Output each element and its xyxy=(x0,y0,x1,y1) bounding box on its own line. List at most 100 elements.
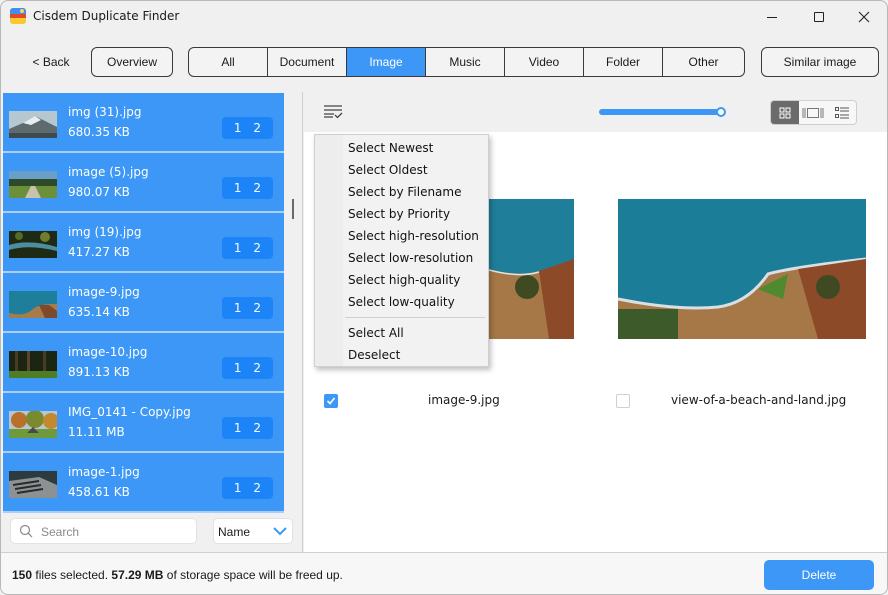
menu-item-select-high-resolution[interactable]: Select high-resolution xyxy=(348,226,486,246)
carousel-view-button[interactable] xyxy=(799,101,827,124)
file-name: image (5).jpg xyxy=(68,165,149,179)
title-bar: Cisdem Duplicate Finder xyxy=(1,1,887,33)
duplicate-count-badge: 12 xyxy=(222,417,273,439)
badge-value-b: 2 xyxy=(253,361,262,375)
badge-value-a: 1 xyxy=(233,361,242,375)
close-button[interactable] xyxy=(841,1,887,33)
thumbnail-coast xyxy=(9,291,57,318)
file-name: image-10.jpg xyxy=(68,345,148,359)
overview-button[interactable]: Overview xyxy=(91,47,173,77)
minimize-button[interactable] xyxy=(749,1,795,33)
close-icon xyxy=(858,11,870,23)
freed-size: 57.29 MB xyxy=(111,568,164,582)
badge-value-a: 1 xyxy=(233,121,242,135)
badge-value-b: 2 xyxy=(253,481,262,495)
duplicate-count-badge: 12 xyxy=(222,297,273,319)
grid-view-icon xyxy=(779,107,791,118)
thumbnail-size-slider[interactable] xyxy=(599,107,727,117)
preview-file-name: view-of-a-beach-and-land.jpg xyxy=(671,393,847,407)
tab-video[interactable]: Video xyxy=(505,48,584,76)
grid-view-button[interactable] xyxy=(771,101,800,124)
tab-folder[interactable]: Folder xyxy=(584,48,663,76)
select-checkbox-image-9[interactable] xyxy=(324,394,338,408)
menu-item-select-low-quality[interactable]: Select low-quality xyxy=(348,292,486,312)
minimize-icon xyxy=(767,16,777,18)
thumbnail-typewriter xyxy=(9,471,57,498)
similar-image-button[interactable]: Similar image xyxy=(761,47,879,77)
list-item[interactable]: image (5).jpg 980.07 KB 12 xyxy=(3,153,284,213)
badge-value-a: 1 xyxy=(233,421,242,435)
carousel-view-icon xyxy=(802,107,824,118)
thumbnail-park xyxy=(9,411,57,438)
duplicate-count-badge: 12 xyxy=(222,117,273,139)
file-size: 891.13 KB xyxy=(68,365,130,379)
search-icon xyxy=(19,524,33,538)
list-item[interactable]: image-1.jpg 458.61 KB 12 xyxy=(3,453,284,513)
select-checkbox-view-of-a-beach[interactable] xyxy=(616,394,630,408)
menu-item-select-by-filename[interactable]: Select by Filename xyxy=(348,182,486,202)
menu-item-select-newest[interactable]: Select Newest xyxy=(348,138,486,158)
tab-all[interactable]: All xyxy=(189,48,268,76)
search-input[interactable] xyxy=(41,523,191,541)
file-size: 11.11 MB xyxy=(68,425,125,439)
tab-image[interactable]: Image xyxy=(347,48,426,76)
select-options-menu: Select Newest Select Oldest Select by Fi… xyxy=(314,134,489,367)
delete-button[interactable]: Delete xyxy=(764,560,874,590)
duplicate-count-badge: 12 xyxy=(222,177,273,199)
list-item[interactable]: img (19).jpg 417.27 KB 12 xyxy=(3,213,284,273)
select-options-icon[interactable] xyxy=(323,103,345,119)
status-bar: 150 files selected. 57.29 MB of storage … xyxy=(1,552,887,594)
checkmark-icon xyxy=(326,397,336,405)
tab-music[interactable]: Music xyxy=(426,48,505,76)
selection-summary: 150 files selected. 57.29 MB of storage … xyxy=(12,568,343,582)
menu-item-select-high-quality[interactable]: Select high-quality xyxy=(348,270,486,290)
slider-handle[interactable] xyxy=(716,107,726,117)
menu-item-select-low-resolution[interactable]: Select low-resolution xyxy=(348,248,486,268)
list-item[interactable]: image-9.jpg 635.14 KB 12 xyxy=(3,273,284,333)
list-scrollbar[interactable] xyxy=(292,199,294,219)
list-item[interactable]: IMG_0141 - Copy.jpg 11.11 MB 12 xyxy=(3,393,284,453)
thumbnail-forest xyxy=(9,351,57,378)
badge-value-a: 1 xyxy=(233,241,242,255)
duplicate-count-badge: 12 xyxy=(222,357,273,379)
duplicate-count-badge: 12 xyxy=(222,237,273,259)
tab-document[interactable]: Document xyxy=(268,48,347,76)
file-type-tabs: All Document Image Music Video Folder Ot… xyxy=(188,47,745,77)
list-item[interactable]: image-10.jpg 891.13 KB 12 xyxy=(3,333,284,393)
menu-gutter xyxy=(315,135,343,366)
menu-item-select-by-priority[interactable]: Select by Priority xyxy=(348,204,486,224)
badge-value-a: 1 xyxy=(233,481,242,495)
tab-other[interactable]: Other xyxy=(663,48,744,76)
maximize-icon xyxy=(814,12,824,22)
badge-value-b: 2 xyxy=(253,241,262,255)
file-size: 458.61 KB xyxy=(68,485,130,499)
slider-track xyxy=(599,109,722,115)
badge-value-b: 2 xyxy=(253,301,262,315)
image-preview-2[interactable] xyxy=(618,199,866,339)
sort-select[interactable]: Name xyxy=(213,518,293,544)
file-size: 980.07 KB xyxy=(68,185,130,199)
file-name: img (31).jpg xyxy=(68,105,142,119)
menu-item-select-oldest[interactable]: Select Oldest xyxy=(348,160,486,180)
maximize-button[interactable] xyxy=(796,1,842,33)
list-item[interactable]: img (31).jpg 680.35 KB 12 xyxy=(3,93,284,153)
thumbnail-mountain xyxy=(9,111,57,138)
duplicate-groups-pane: img (31).jpg 680.35 KB 12 image (5).jpg … xyxy=(1,92,303,552)
file-name: image-1.jpg xyxy=(68,465,140,479)
list-view-button[interactable] xyxy=(828,101,856,124)
badge-value-b: 2 xyxy=(253,181,262,195)
menu-item-deselect[interactable]: Deselect xyxy=(348,345,486,365)
file-size: 680.35 KB xyxy=(68,125,130,139)
file-size: 417.27 KB xyxy=(68,245,130,259)
app-window: Cisdem Duplicate Finder < Back Overview … xyxy=(0,0,888,595)
back-button[interactable]: < Back xyxy=(21,47,81,77)
badge-value-b: 2 xyxy=(253,421,262,435)
duplicate-groups-list: img (31).jpg 680.35 KB 12 image (5).jpg … xyxy=(3,93,284,513)
chevron-down-icon xyxy=(273,527,287,536)
thumbnail-creek xyxy=(9,231,57,258)
menu-item-select-all[interactable]: Select All xyxy=(348,323,486,343)
app-logo-icon xyxy=(10,8,26,24)
badge-value-a: 1 xyxy=(233,301,242,315)
duplicate-count-badge: 12 xyxy=(222,477,273,499)
image-preview-1[interactable] xyxy=(489,199,574,339)
